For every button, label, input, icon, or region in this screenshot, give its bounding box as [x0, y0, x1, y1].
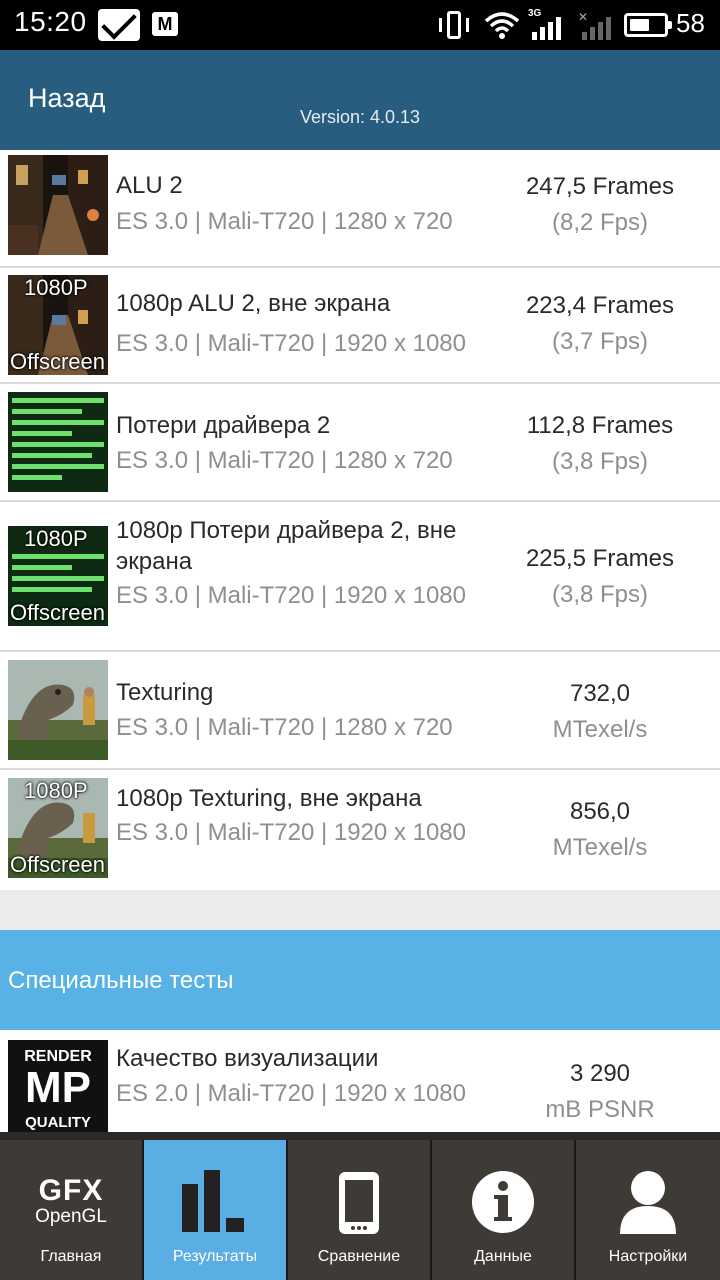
version-label: Version: 4.0.13 [299, 107, 421, 127]
nav-label: Настройки [608, 1248, 688, 1265]
thumb-mp-text: MP [25, 1063, 91, 1112]
result-score: 3 290 mB PSNR [490, 1056, 710, 1128]
nav-label: Результаты [172, 1248, 258, 1265]
nav-results[interactable]: Результаты [144, 1140, 288, 1280]
thumb-resolution-tag: 1080P [24, 778, 88, 803]
battery-percent: 58 [676, 8, 705, 38]
thumb-resolution-tag: 1080P [24, 526, 88, 551]
app-bar: Назад Version: 4.0.13 [0, 50, 720, 150]
special-tests-header: Специальные тесты [0, 930, 720, 1030]
score-value: 3 290 [569, 1060, 631, 1087]
alu-offscreen-thumbnail: 1080P Offscreen [8, 275, 108, 375]
status-bar: 15:20 M 3G ✕ 58 [0, 0, 720, 50]
nav-home[interactable]: GFX OpenGL Главная [0, 1140, 144, 1280]
result-title: 1080p Потери драйвера 2, вне экрана [116, 517, 457, 575]
result-score: 223,4 Frames (3,7 Fps) [490, 288, 710, 360]
result-score: 856,0 MTexel/s [490, 794, 710, 866]
score-unit: (3,7 Fps) [551, 328, 649, 355]
result-row[interactable]: ALU 2 ES 3.0 | Mali-T720 | 1280 x 720 24… [0, 150, 720, 268]
results-list: ALU 2 ES 3.0 | Mali-T720 | 1280 x 720 24… [0, 150, 720, 1140]
nav-settings[interactable]: Настройки [576, 1140, 720, 1280]
result-subtitle: ES 3.0 | Mali-T720 | 1920 x 1080 [116, 582, 467, 609]
result-subtitle: ES 2.0 | Mali-T720 | 1920 x 1080 [116, 1080, 467, 1107]
result-subtitle: ES 3.0 | Mali-T720 | 1280 x 720 [116, 714, 453, 741]
nav-label: Сравнение [317, 1248, 401, 1265]
render-quality-thumbnail: RENDER MP QUALITY [8, 1040, 108, 1140]
result-row[interactable]: 1080P Offscreen 1080p Texturing, вне экр… [0, 770, 720, 890]
score-unit: (3,8 Fps) [551, 581, 649, 608]
gfx-logo-icon: GFX OpenGL [0, 1176, 142, 1228]
phone-icon [339, 1172, 379, 1234]
mail-icon [98, 9, 140, 41]
thumb-quality-text: QUALITY [25, 1114, 91, 1131]
wifi-icon [484, 10, 520, 40]
driver-offscreen-thumbnail: 1080P Offscreen [8, 526, 108, 626]
result-subtitle: ES 3.0 | Mali-T720 | 1280 x 720 [116, 208, 453, 235]
section-gap [0, 890, 720, 930]
result-row[interactable]: 1080P Offscreen 1080p Потери драйвера 2,… [0, 502, 720, 652]
thumb-resolution-tag: 1080P [24, 275, 88, 300]
result-subtitle: ES 3.0 | Mali-T720 | 1280 x 720 [116, 447, 453, 474]
score-value: 112,8 Frames [526, 412, 674, 439]
bar-chart-icon [182, 1170, 244, 1232]
vibrate-icon [438, 10, 470, 40]
result-score: 225,5 Frames (3,8 Fps) [490, 541, 710, 613]
thumb-offscreen-tag: Offscreen [10, 349, 105, 374]
status-time: 15:20 [14, 6, 87, 37]
nav-info[interactable]: Данные [432, 1140, 576, 1280]
result-title: ALU 2 [116, 172, 183, 199]
nav-compare[interactable]: Сравнение [288, 1140, 432, 1280]
score-value: 223,4 Frames [525, 292, 675, 319]
texturing-thumbnail [8, 660, 108, 760]
result-title: Texturing [116, 679, 214, 706]
result-row[interactable]: RENDER MP QUALITY Качество визуализации … [0, 1030, 720, 1140]
result-row[interactable]: Потери драйвера 2 ES 3.0 | Mali-T720 | 1… [0, 384, 720, 502]
driver-thumbnail [8, 392, 108, 492]
score-unit: (8,2 Fps) [551, 209, 649, 236]
result-row[interactable]: Texturing ES 3.0 | Mali-T720 | 1280 x 72… [0, 652, 720, 770]
result-score: 112,8 Frames (3,8 Fps) [490, 408, 710, 480]
result-subtitle: ES 3.0 | Mali-T720 | 1920 x 1080 [116, 330, 467, 357]
gfx-logo-text: GFX [38, 1174, 104, 1207]
alu-thumbnail [8, 155, 108, 255]
result-row[interactable]: 1080P Offscreen 1080p ALU 2, вне экрана … [0, 268, 720, 384]
result-title: Потери драйвера 2 [116, 412, 331, 439]
score-unit: mB PSNR [545, 1096, 655, 1123]
bottom-nav: GFX OpenGL Главная Результаты Сравнение … [0, 1132, 720, 1280]
nav-label: Данные [474, 1248, 532, 1265]
battery-icon [624, 13, 672, 37]
score-value: 732,0 [569, 680, 631, 707]
result-title: 1080p Texturing, вне экрана [116, 785, 422, 812]
cell-signal-icon: 3G [526, 8, 566, 40]
person-icon [620, 1171, 676, 1234]
score-value: 247,5 Frames [525, 173, 675, 200]
score-unit: (3,8 Fps) [551, 448, 649, 475]
opengl-logo-text: OpenGL [35, 1206, 107, 1227]
result-score: 732,0 MTexel/s [490, 676, 710, 748]
score-value: 225,5 Frames [525, 545, 675, 572]
thumb-offscreen-tag: Offscreen [10, 852, 105, 877]
texturing-offscreen-thumbnail: 1080P Offscreen [8, 778, 108, 878]
result-subtitle: ES 3.0 | Mali-T720 | 1920 x 1080 [116, 819, 467, 846]
nav-label: Главная [40, 1248, 102, 1265]
cell-signal-2-icon: ✕ [578, 8, 614, 40]
score-unit: MTexel/s [552, 716, 648, 743]
score-value: 856,0 [569, 798, 631, 825]
result-title: Качество визуализации [116, 1045, 379, 1072]
result-title: 1080p ALU 2, вне экрана [116, 290, 391, 317]
result-score: 247,5 Frames (8,2 Fps) [490, 169, 710, 241]
info-icon [472, 1171, 534, 1233]
gmail-icon: M [152, 12, 178, 36]
score-unit: MTexel/s [552, 834, 648, 861]
thumb-offscreen-tag: Offscreen [10, 600, 105, 625]
